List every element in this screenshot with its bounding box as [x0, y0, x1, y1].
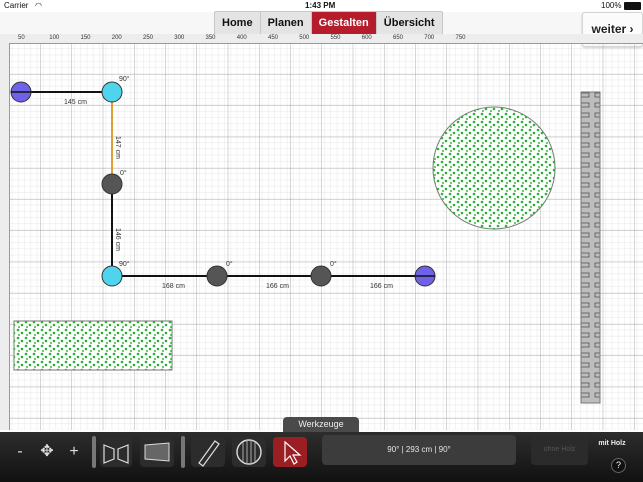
selection-info: 90° | 293 cm | 90° [322, 435, 516, 465]
mit-holz-button[interactable]: mit Holz [590, 440, 634, 447]
angle-label: 90° [119, 75, 130, 83]
help-button[interactable]: ? [611, 458, 626, 473]
angle-label: 0° [120, 169, 127, 177]
segment-label: 166 cm [266, 283, 289, 290]
ohne-holz-button[interactable]: ohne Holz [531, 435, 588, 465]
angle-label: 0° [330, 260, 337, 268]
segment-label: 166 cm [370, 283, 393, 290]
ruler-tick-label: 600 [361, 35, 372, 41]
carrier-label: Carrier [4, 1, 29, 10]
segment-label: 168 cm [162, 283, 185, 290]
segment-label: 147 cm [114, 136, 121, 159]
pattern-tool-icon[interactable] [140, 437, 174, 467]
ruler-tick-label: 500 [299, 35, 310, 41]
ruler-tick-label: 350 [205, 35, 216, 41]
ruler-tick-label: 300 [174, 35, 185, 41]
battery-label: 100% [601, 1, 622, 10]
line-tool-icon[interactable] [191, 437, 225, 467]
divider [92, 436, 96, 468]
circle-tool-icon[interactable] [232, 437, 266, 467]
fence-node[interactable] [206, 265, 228, 287]
fence-corner-node[interactable] [101, 81, 123, 103]
angle-label: 0° [226, 260, 233, 268]
design-canvas[interactable]: 145 cm 147 cm 146 cm 168 cm 166 cm 166 c… [0, 34, 643, 430]
ruler-tick-label: 100 [49, 35, 60, 41]
gate-tool-icon[interactable] [100, 437, 132, 467]
plant-bed-fill [14, 321, 172, 370]
ruler-tick-label: 750 [455, 35, 466, 41]
ruler-tick-label: 150 [80, 35, 91, 41]
path-slabs[interactable] [580, 91, 601, 404]
move-icon[interactable]: ✥ [35, 437, 59, 467]
zoom-out-button[interactable]: - [12, 437, 28, 467]
tab-gestalten[interactable]: Gestalten [311, 12, 377, 34]
pointer-tool-icon[interactable] [273, 437, 307, 467]
tab-planen[interactable]: Planen [261, 12, 312, 34]
tab-home[interactable]: Home [215, 12, 261, 34]
segment-tabs: Home Planen Gestalten Übersicht [214, 11, 443, 35]
ruler-tick-label: 400 [236, 35, 247, 41]
plant-circle-fill [433, 107, 555, 229]
toolbar-title[interactable]: Werkzeuge [283, 417, 359, 432]
fence-corner-node[interactable] [101, 265, 123, 287]
clock: 1:43 PM [305, 1, 336, 10]
ruler-tick-label: 250 [143, 35, 154, 41]
ruler-tick-label: 700 [424, 35, 435, 41]
segment-label: 145 cm [64, 99, 87, 106]
fence-node[interactable] [101, 173, 123, 195]
ruler-tick-label: 650 [393, 35, 404, 41]
grid [9, 43, 643, 430]
segment-label: 146 cm [114, 228, 121, 251]
zoom-in-button[interactable]: + [66, 437, 82, 467]
battery-icon [624, 2, 641, 10]
ruler-tick-label: 200 [111, 35, 122, 41]
tab-uebersicht[interactable]: Übersicht [377, 12, 442, 34]
angle-label: 90° [119, 260, 130, 268]
fence-node[interactable] [310, 265, 332, 287]
wifi-icon: ◠ [35, 1, 42, 10]
ruler-left [0, 43, 10, 430]
ruler-top: 50 100 150 200 250 300 350 400 450 500 550 600 650 70… [0, 34, 643, 44]
divider [181, 436, 185, 468]
ruler-tick-label: 50 [18, 35, 25, 41]
ruler-tick-label: 450 [268, 35, 279, 41]
ruler-tick-label: 550 [330, 35, 341, 41]
